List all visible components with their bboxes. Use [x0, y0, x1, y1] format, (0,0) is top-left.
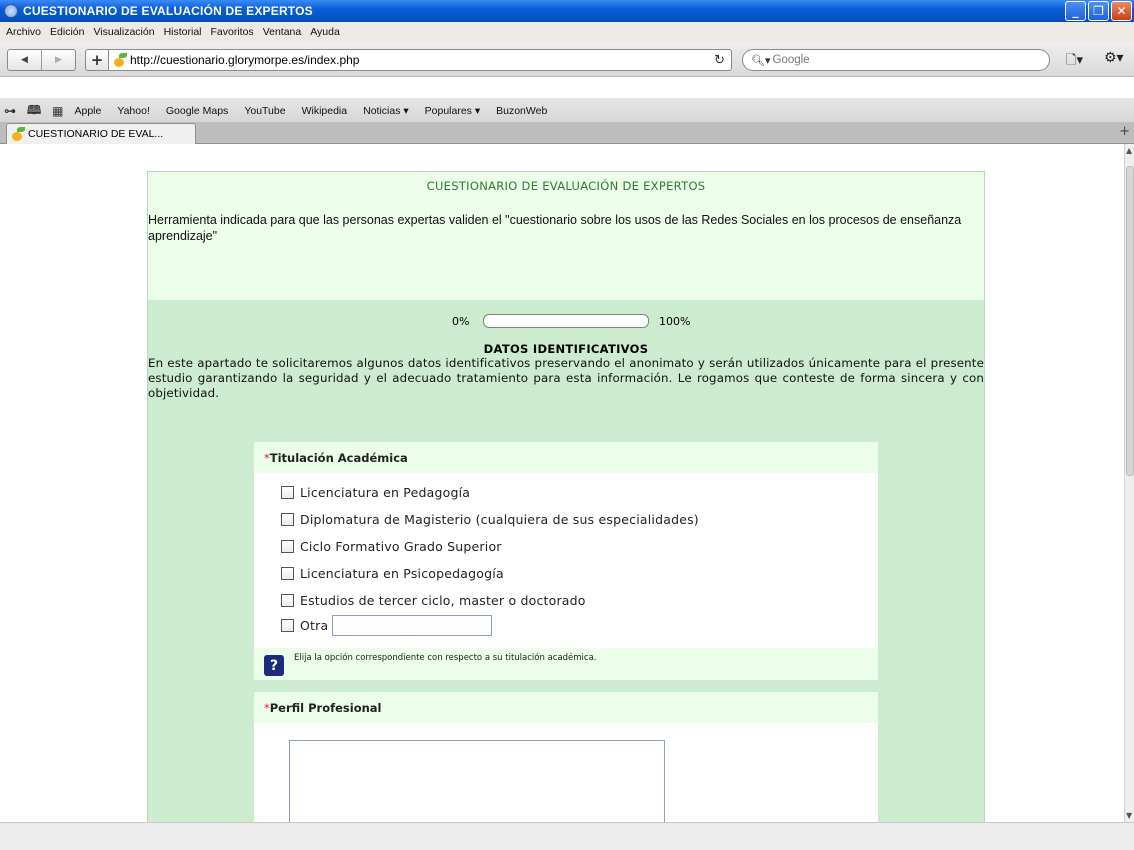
address-bar[interactable]: http://cuestionario.glorymorpe.es/index.…: [108, 49, 732, 71]
forward-button[interactable]: ▶: [41, 50, 75, 70]
section-description: En este apartado te solicitaremos alguno…: [148, 356, 984, 400]
menu-item-ayuda[interactable]: Ayuda: [310, 26, 340, 38]
bookmark-populares[interactable]: Populares ▾: [425, 105, 480, 117]
questionnaire-form: CUESTIONARIO DE EVALUACIÓN DE EXPERTOS H…: [147, 171, 985, 822]
bookmark-yahoo[interactable]: Yahoo!: [117, 105, 150, 117]
window-controls: _ ❐ ✕: [1065, 1, 1132, 21]
scroll-down-icon[interactable]: ▼: [1126, 811, 1132, 820]
checkbox[interactable]: [281, 513, 294, 526]
question-header: * Perfil Profesional: [254, 692, 878, 723]
checkbox[interactable]: [281, 567, 294, 580]
back-arrow-icon: ◀: [21, 55, 28, 65]
progress-min-label: 0%: [452, 315, 470, 328]
page-title: CUESTIONARIO DE EVALUACIÓN DE EXPERTOS: [426, 179, 706, 193]
tab-cuestionario[interactable]: CUESTIONARIO DE EVAL...: [6, 123, 196, 144]
checkbox[interactable]: [281, 619, 294, 632]
bookmark-google-maps[interactable]: Google Maps: [166, 105, 228, 117]
option-licenciatura-pedagogia[interactable]: Licenciatura en Pedagogía: [281, 485, 470, 500]
option-ciclo-formativo[interactable]: Ciclo Formativo Grado Superior: [281, 539, 502, 554]
close-button[interactable]: ✕: [1111, 1, 1132, 21]
option-label: Licenciatura en Pedagogía: [300, 485, 471, 500]
bookmarks-bar: ⊶ 🕮 ▦ Apple Yahoo! Google Maps YouTube W…: [0, 98, 1134, 124]
bookmark-noticias[interactable]: Noticias ▾: [363, 105, 409, 117]
reload-icon[interactable]: ↻: [714, 53, 725, 68]
bookmark-buzonweb[interactable]: BuzonWeb: [496, 105, 547, 117]
browser-app-icon: [4, 4, 18, 18]
bookmark-youtube[interactable]: YouTube: [244, 105, 285, 117]
back-forward-group: ◀ ▶: [7, 49, 76, 71]
option-label: Licenciatura en Psicopedagogía: [300, 566, 504, 581]
maximize-button[interactable]: ❐: [1088, 1, 1109, 21]
window-title: CUESTIONARIO DE EVALUACIÓN DE EXPERTOS: [23, 4, 313, 18]
option-otra[interactable]: Otra: [281, 615, 493, 636]
question-titulacion: * Titulación Académica Licenciatura en P…: [254, 442, 878, 680]
option-licenciatura-psicopedagogia[interactable]: Licenciatura en Psicopedagogía: [281, 566, 504, 581]
menu-item-edicion[interactable]: Edición: [50, 26, 84, 38]
tab-label: CUESTIONARIO DE EVAL...: [28, 128, 164, 140]
otra-text-input[interactable]: [332, 615, 493, 636]
question-label: Titulación Académica: [269, 450, 408, 465]
bookmark-apple[interactable]: Apple: [75, 105, 102, 117]
minimize-button[interactable]: _: [1065, 1, 1086, 21]
question-label: Perfil Profesional: [269, 700, 382, 715]
hint-row: ? Elija la opción correspondiente con re…: [254, 648, 878, 680]
tab-favicon-icon: [11, 127, 25, 141]
reading-list-icon[interactable]: ⊶: [4, 104, 16, 118]
question-perfil-profesional: * Perfil Profesional: [254, 692, 878, 822]
scroll-up-icon[interactable]: ▲: [1126, 146, 1132, 155]
help-icon[interactable]: ?: [264, 655, 284, 676]
option-tercer-ciclo[interactable]: Estudios de tercer ciclo, master o docto…: [281, 593, 586, 608]
gear-menu-icon[interactable]: ⚙▾: [1104, 50, 1124, 66]
menu-item-favoritos[interactable]: Favoritos: [211, 26, 254, 38]
top-sites-grid-icon[interactable]: ▦: [52, 104, 63, 118]
checkbox[interactable]: [281, 594, 294, 607]
option-label: Diplomatura de Magisterio (cualquiera de…: [300, 512, 699, 527]
url-text: http://cuestionario.glorymorpe.es/index.…: [130, 53, 360, 67]
menu-bar: Archivo Edición Visualización Historial …: [0, 22, 1134, 41]
window-title-bar[interactable]: CUESTIONARIO DE EVALUACIÓN DE EXPERTOS _…: [0, 0, 1134, 22]
bookmark-wikipedia[interactable]: Wikipedia: [302, 105, 348, 117]
page-viewport: CUESTIONARIO DE EVALUACIÓN DE EXPERTOS H…: [0, 144, 1124, 822]
add-bookmark-button[interactable]: +: [85, 49, 109, 71]
checkbox[interactable]: [281, 540, 294, 553]
option-diplomatura-magisterio[interactable]: Diplomatura de Magisterio (cualquiera de…: [281, 512, 699, 527]
plus-icon: +: [90, 51, 104, 69]
page-description: Herramienta indicada para que las person…: [148, 213, 962, 243]
bookmarks-book-icon[interactable]: 🕮: [27, 101, 41, 122]
site-favicon-icon: [113, 53, 127, 67]
option-label: Estudios de tercer ciclo, master o docto…: [300, 593, 586, 608]
menu-item-visualizacion[interactable]: Visualización: [93, 26, 154, 38]
form-header: CUESTIONARIO DE EVALUACIÓN DE EXPERTOS H…: [148, 172, 984, 300]
forward-arrow-icon: ▶: [55, 55, 62, 65]
progress-max-label: 100%: [659, 315, 691, 328]
scrollbar-thumb[interactable]: [1126, 166, 1134, 476]
status-bar: [0, 822, 1134, 850]
option-label: Ciclo Formativo Grado Superior: [300, 539, 502, 554]
navigation-toolbar: ◀ ▶ + http://cuestionario.glorymorpe.es/…: [0, 41, 1134, 77]
progress-bar: [483, 314, 649, 328]
progress-row: 0% 100%: [148, 312, 984, 332]
menu-item-historial[interactable]: Historial: [164, 26, 202, 38]
question-header: * Titulación Académica: [254, 442, 878, 473]
tab-strip: CUESTIONARIO DE EVAL... +: [0, 122, 1134, 144]
option-label: Otra: [300, 618, 329, 633]
search-placeholder: Google: [772, 54, 810, 66]
new-tab-icon[interactable]: +: [1119, 124, 1130, 139]
page-menu-icon[interactable]: 🗋▾: [1066, 51, 1083, 73]
vertical-scrollbar[interactable]: ▲ ▼: [1124, 144, 1134, 822]
back-button[interactable]: ◀: [8, 50, 41, 70]
menu-item-archivo[interactable]: Archivo: [6, 26, 41, 38]
search-icon[interactable]: 🔍︎▾: [751, 54, 771, 67]
menu-item-ventana[interactable]: Ventana: [263, 26, 302, 38]
section-title: DATOS IDENTIFICATIVOS: [483, 342, 649, 356]
search-input[interactable]: 🔍︎▾ Google: [742, 49, 1050, 71]
checkbox[interactable]: [281, 486, 294, 499]
hint-text: Elija la opción correspondiente con resp…: [294, 653, 597, 663]
perfil-profesional-textarea[interactable]: [289, 740, 665, 822]
